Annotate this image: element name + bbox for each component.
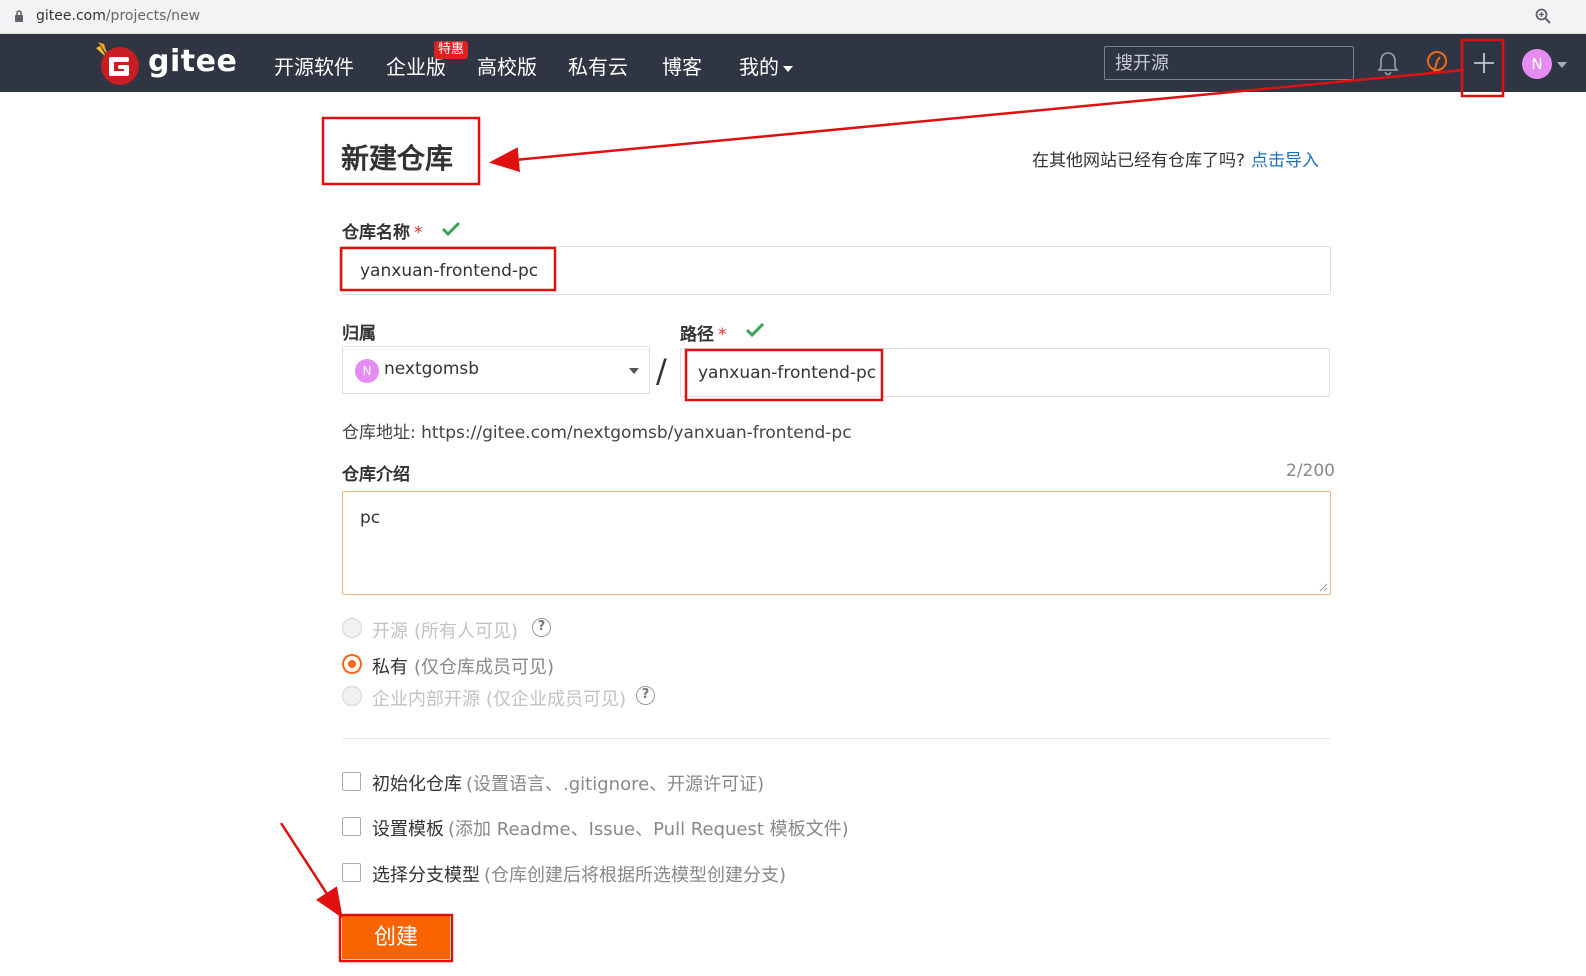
user-avatar[interactable]: N xyxy=(1522,49,1552,79)
path-label: 路径 * xyxy=(680,325,727,345)
help-icon[interactable]: ? xyxy=(636,686,655,705)
path-field xyxy=(680,348,1330,397)
nav-link-blog[interactable]: 博客 xyxy=(662,51,702,80)
visibility-radio-public[interactable] xyxy=(342,618,362,638)
nav-link-mine[interactable]: 我的 xyxy=(739,51,793,80)
browser-address-bar: gitee.com/projects/new xyxy=(0,0,1586,34)
nav-link-private-cloud[interactable]: 私有云 xyxy=(568,51,628,80)
branch-model-checkbox[interactable] xyxy=(342,863,361,882)
page-title: 新建仓库 xyxy=(341,142,454,175)
desc-field: pc xyxy=(342,491,1331,595)
owner-label: 归属 xyxy=(342,324,376,344)
branch-model-label: 选择分支模型 (仓库创建后将根据所选模型创建分支) xyxy=(372,865,787,886)
repo-name-label: 仓库名称 * xyxy=(342,223,423,243)
repo-name-field xyxy=(342,246,1331,295)
nav-link-open-source[interactable]: 开源软件 xyxy=(274,51,354,80)
desc-label: 仓库介绍 xyxy=(342,465,410,485)
visibility-private-label: 私有 (仅仓库成员可见) xyxy=(372,657,555,678)
visibility-radio-internal[interactable] xyxy=(342,686,362,706)
visibility-public-label: 开源 (所有人可见) xyxy=(372,621,519,642)
promo-badge: 特惠 xyxy=(434,41,469,59)
plus-icon[interactable] xyxy=(1472,51,1496,75)
resize-grip-icon[interactable] xyxy=(1318,582,1328,592)
avatar-chevron-down-icon[interactable] xyxy=(1557,62,1567,68)
template-checkbox[interactable] xyxy=(342,817,361,836)
init-repo-label: 初始化仓库 (设置语言、.gitignore、开源许可证) xyxy=(372,774,765,795)
repo-url-preview: 仓库地址: https://gitee.com/nextgomsb/yanxua… xyxy=(342,423,852,443)
section-divider xyxy=(342,738,1331,739)
lightbulb-icon[interactable] xyxy=(1424,49,1450,77)
owner-value: nextgomsb xyxy=(384,359,480,379)
desc-textarea[interactable]: pc xyxy=(343,492,1330,594)
repo-name-input[interactable] xyxy=(343,247,1330,294)
path-input[interactable] xyxy=(681,349,1329,396)
top-nav: gitee 开源软件 企业版 特惠 高校版 私有云 博客 我的 N xyxy=(0,34,1586,92)
path-separator: / xyxy=(656,352,667,390)
help-icon[interactable]: ? xyxy=(532,618,551,637)
owner-avatar: N xyxy=(355,359,379,383)
visibility-internal-label: 企业内部开源 (仅企业成员可见) xyxy=(372,689,627,710)
address-url[interactable]: gitee.com/projects/new xyxy=(36,8,200,24)
logo-text: gitee xyxy=(148,44,238,79)
visibility-radio-private[interactable] xyxy=(342,654,362,674)
owner-select[interactable]: N nextgomsb xyxy=(342,346,650,394)
gitee-logo[interactable]: gitee xyxy=(94,38,238,88)
import-prompt: 在其他网站已经有仓库了吗? 点击导入 xyxy=(1032,151,1320,171)
gitee-logo-icon xyxy=(96,42,139,85)
nav-search-input[interactable] xyxy=(1105,47,1353,79)
chevron-down-icon xyxy=(629,368,639,374)
lock-icon xyxy=(15,10,23,22)
annotation-arrow-to-create xyxy=(279,822,343,919)
zoom-icon[interactable] xyxy=(1534,7,1552,25)
template-label: 设置模板 (添加 Readme、Issue、Pull Request 模板文件) xyxy=(372,819,849,840)
import-link[interactable]: 点击导入 xyxy=(1251,151,1319,171)
desc-char-counter: 2/200 xyxy=(1286,461,1335,481)
bell-icon[interactable] xyxy=(1376,50,1400,76)
create-button[interactable]: 创建 xyxy=(342,916,450,959)
chevron-down-icon xyxy=(783,65,793,72)
name-valid-check-icon xyxy=(441,221,461,237)
nav-link-education[interactable]: 高校版 xyxy=(477,51,537,80)
init-repo-checkbox[interactable] xyxy=(342,772,361,791)
path-valid-check-icon xyxy=(745,322,765,338)
nav-search-box xyxy=(1104,46,1354,80)
